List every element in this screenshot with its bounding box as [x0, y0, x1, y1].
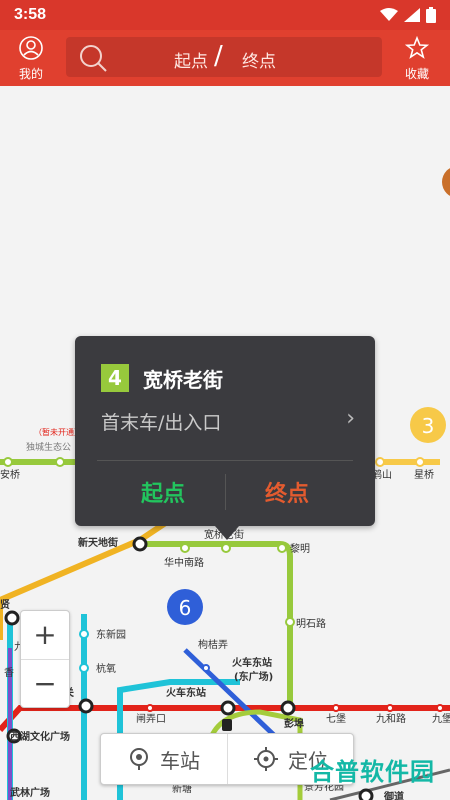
schedule-link[interactable]: 首末车/出入口 — [101, 408, 221, 435]
station-dot[interactable] — [3, 457, 13, 467]
profile-button[interactable]: 我的 — [6, 36, 56, 82]
line-number-badge: 4 — [101, 364, 129, 392]
station-dot[interactable] — [436, 704, 444, 712]
label-xian: 贤 — [0, 598, 11, 611]
label-huochedongzhan: 火车东站 — [232, 656, 272, 669]
user-icon — [19, 36, 43, 60]
line-3-badge-text: 3 — [422, 414, 435, 438]
status-time: 3:58 — [14, 6, 47, 23]
label-wulinguangchang: 武林广场 — [10, 786, 50, 799]
button-divider — [225, 474, 226, 510]
station-dot[interactable] — [375, 457, 385, 467]
zoom-controls: + − — [20, 610, 70, 708]
watermark-text: 合普软件园 — [310, 758, 435, 786]
signal-icon — [404, 8, 420, 22]
label-heshan: 鹤山 — [372, 468, 392, 481]
stations-label: 车站 — [160, 748, 200, 773]
wifi-icon — [380, 8, 398, 21]
zoom-in-button[interactable]: + — [21, 611, 69, 660]
interchange-xintiandijie[interactable] — [132, 536, 148, 552]
favorites-label: 收藏 — [404, 67, 429, 81]
label-gouju: 枸桔弄 — [198, 638, 228, 651]
label-hangyang: 杭氧 — [96, 662, 116, 675]
zoom-out-button[interactable]: − — [21, 660, 69, 708]
label-yuchao: 御道 — [383, 790, 404, 800]
label-xiang: 香 — [4, 667, 14, 679]
station-dot[interactable] — [277, 543, 287, 553]
line-badge-partial — [442, 168, 450, 196]
station-dot[interactable] — [79, 629, 89, 639]
station-dot[interactable] — [202, 664, 210, 672]
origin-input[interactable]: 起点 — [174, 47, 208, 72]
station-dot[interactable] — [415, 457, 425, 467]
station-dot[interactable] — [79, 663, 89, 673]
label-mingshilu: 明石路 — [296, 617, 326, 630]
station-dot[interactable] — [55, 457, 65, 467]
label-zhanongkou: 闸弄口 — [136, 712, 166, 725]
station-dot[interactable] — [332, 704, 340, 712]
label-dongguangchang: (东广场) — [234, 670, 273, 683]
set-destination-button[interactable]: 终点 — [227, 476, 347, 508]
label-huazhongnanlu: 华中南路 — [164, 556, 204, 569]
stations-button[interactable]: 车站 — [101, 734, 227, 784]
station-dot[interactable] — [386, 704, 394, 712]
app-bar: 我的 起点 / 终点 收藏 — [0, 30, 450, 86]
station-dot[interactable] — [180, 543, 190, 553]
label-dongxinyuan: 东新园 — [96, 628, 126, 641]
label-anqiao: 安桥 — [0, 468, 20, 481]
location-pin-icon — [130, 748, 148, 770]
set-origin-button[interactable]: 起点 — [103, 476, 223, 508]
label-liming: 黎明 — [290, 542, 310, 555]
interchange-station[interactable] — [78, 698, 94, 714]
favorites-button[interactable]: 收藏 — [392, 35, 442, 82]
label-xingqiao: 星桥 — [414, 469, 434, 481]
profile-label: 我的 — [18, 67, 43, 81]
status-icons — [380, 7, 436, 23]
label-huochedongzhan2: 火车东站 — [166, 686, 206, 699]
interchange-station[interactable] — [220, 700, 236, 716]
status-bar: 3:58 — [0, 0, 450, 30]
label-dushengtai: 独城生态公 — [26, 441, 71, 453]
station-dot[interactable] — [285, 617, 295, 627]
label-jiubao: 九堡 — [432, 712, 450, 725]
station-popup: 4 宽桥老街 首末车/出入口 › 起点 终点 — [75, 336, 375, 540]
interchange-station[interactable] — [4, 610, 20, 626]
interchange-station[interactable] — [358, 788, 374, 800]
search-icon — [80, 45, 107, 72]
destination-input[interactable]: 终点 — [242, 47, 276, 72]
battery-icon — [426, 7, 436, 23]
station-title: 宽桥老街 — [143, 368, 223, 392]
station-dot-kuanqiao[interactable] — [221, 543, 231, 553]
label-pengbu: 彭埠 — [284, 717, 304, 730]
label-qibao: 七堡 — [326, 712, 346, 725]
route-search-box[interactable]: 起点 / 终点 — [66, 37, 382, 77]
chevron-right-icon[interactable]: › — [346, 406, 355, 431]
interchange-station[interactable] — [280, 700, 296, 716]
train-icon — [222, 719, 232, 731]
label-xihuwenhuaguangchang: 西湖文化广场 — [10, 730, 70, 743]
station-dot[interactable] — [146, 704, 154, 712]
label-xintiandijie: 新天地街 — [78, 536, 118, 549]
route-separator: / — [214, 41, 223, 71]
label-jiuhelu: 九和路 — [376, 712, 406, 725]
star-icon — [404, 35, 430, 59]
crosshair-icon — [254, 747, 278, 771]
line-6-badge-text: 6 — [179, 596, 192, 620]
popup-divider — [97, 460, 353, 461]
